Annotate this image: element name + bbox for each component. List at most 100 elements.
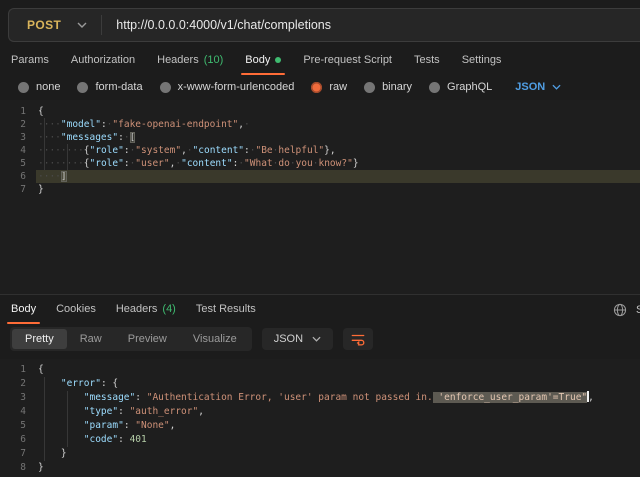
method-chevron-icon[interactable] [77, 22, 101, 28]
indent-guide [67, 144, 68, 157]
view-preview[interactable]: Preview [115, 329, 180, 349]
indent-guide [67, 433, 68, 447]
code-token: "type" [84, 406, 118, 417]
response-toolbar: PrettyRawPreviewVisualize JSON [0, 325, 640, 359]
code-token: "auth_error" [130, 406, 199, 417]
request-url-bar: POST http://0.0.0.0:4000/v1/chat/complet… [8, 8, 640, 42]
code-token: "error" [61, 378, 101, 389]
tab-count: (4) [162, 303, 175, 315]
response-tabs-right: S [613, 303, 640, 317]
code-token: : [118, 406, 124, 417]
code-line: } [36, 461, 640, 475]
code-line: "code": 401 [36, 433, 640, 447]
code-token: , [170, 420, 176, 431]
tab-body[interactable]: Body [244, 47, 282, 75]
url-input[interactable]: http://0.0.0.0:4000/v1/chat/completions [102, 18, 331, 32]
code-token: "Authentication Error, 'user' param not … [147, 392, 433, 403]
line-number-gutter: 12345678 [0, 363, 36, 477]
view-raw[interactable]: Raw [67, 329, 115, 349]
code-area[interactable]: { "error": { "message": "Authentication … [36, 363, 640, 477]
response-section: Body Cookies Headers (4) Test Results S Pret… [0, 294, 640, 477]
code-token: "user" [135, 158, 169, 169]
body-mode-label: none [36, 81, 60, 93]
code-line: "type": "auth_error", [36, 405, 640, 419]
tab-label: Body [11, 303, 36, 315]
method-selector[interactable]: POST [9, 18, 77, 32]
wrap-text-button[interactable] [343, 328, 373, 350]
indent-guide [67, 419, 68, 433]
code-line: ········{"role":·"system",·"content":·"B… [36, 144, 640, 157]
body-mode-raw[interactable]: raw [311, 81, 347, 93]
line-number: 1 [0, 363, 26, 377]
body-mode-form-data[interactable]: form-data [77, 81, 142, 93]
view-pretty[interactable]: Pretty [12, 329, 67, 349]
tab-pre-request-script[interactable]: Pre-request Script [302, 47, 393, 75]
code-line: { [36, 363, 640, 377]
indent-guide [44, 391, 45, 405]
tab-params[interactable]: Params [10, 47, 50, 75]
radio-icon [429, 82, 440, 93]
response-tab-cookies[interactable]: Cookies [55, 296, 97, 324]
whitespace-dots: ···· [38, 132, 61, 143]
code-token: : [101, 378, 107, 389]
tab-label: Authorization [71, 54, 135, 66]
body-mode-binary[interactable]: binary [364, 81, 412, 93]
code-token: [ [130, 132, 136, 143]
code-token: "code" [84, 434, 118, 445]
indent-guide [67, 405, 68, 419]
code-token: "system" [135, 145, 181, 156]
tab-tests[interactable]: Tests [413, 47, 441, 75]
body-mode-label: form-data [95, 81, 142, 93]
code-token: "messages" [61, 132, 118, 143]
whitespace-dots: · [290, 158, 296, 169]
response-tab-body[interactable]: Body [10, 296, 37, 324]
body-mode-label: binary [382, 81, 412, 93]
tab-label: Headers [116, 303, 158, 315]
tab-label: Test Results [196, 303, 256, 315]
code-token: { [38, 106, 44, 117]
tab-label: Cookies [56, 303, 96, 315]
code-token: : [135, 392, 141, 403]
whitespace-dots: ········ [38, 145, 84, 156]
code-token: "message" [84, 392, 135, 403]
response-tab-headers[interactable]: Headers (4) [115, 296, 177, 324]
code-token: "model" [61, 119, 101, 130]
view-visualize[interactable]: Visualize [180, 329, 250, 349]
code-token: }, [324, 145, 335, 156]
body-mode-x-www-form-urlencoded[interactable]: x-www-form-urlencoded [160, 81, 295, 93]
line-number: 3 [0, 391, 26, 405]
tab-settings[interactable]: Settings [461, 47, 503, 75]
code-line: } [36, 183, 640, 196]
indent-guide [67, 391, 68, 405]
code-line: ········{"role":·"user",·"content":·"Wha… [36, 157, 640, 170]
tab-headers[interactable]: Headers(10) [156, 47, 224, 75]
body-mode-bar: none form-data x-www-form-urlencoded raw bin… [0, 74, 640, 100]
response-tab-test-results[interactable]: Test Results [195, 296, 257, 324]
indent-guide [44, 447, 45, 461]
code-line: ····"model":·"fake-openai-endpoint",· [36, 118, 640, 131]
body-language-select[interactable]: JSON [515, 81, 561, 93]
code-token: "Be·helpful" [255, 145, 324, 156]
response-language-select[interactable]: JSON [262, 328, 333, 350]
indent-guide [44, 419, 45, 433]
code-token: "None" [135, 420, 169, 431]
unsaved-dot [275, 57, 281, 63]
code-token: "fake-openai-endpoint" [112, 119, 238, 130]
line-number: 3 [0, 131, 26, 144]
code-token: } [38, 462, 44, 473]
tab-authorization[interactable]: Authorization [70, 47, 136, 75]
code-token: , [588, 392, 594, 403]
code-token: : [118, 434, 124, 445]
code-token: { [112, 378, 118, 389]
save-response-partial-label[interactable]: S [636, 304, 640, 316]
globe-icon[interactable] [613, 303, 627, 317]
code-area[interactable]: {····"model":·"fake-openai-endpoint",···… [36, 105, 640, 294]
body-mode-none[interactable]: none [18, 81, 60, 93]
response-body-editor[interactable]: 12345678{ "error": { "message": "Authent… [0, 359, 640, 477]
radio-icon [160, 82, 171, 93]
request-body-editor[interactable]: 1234567{····"model":·"fake-openai-endpoi… [0, 100, 640, 294]
code-line: "param": "None", [36, 419, 640, 433]
line-number: 5 [0, 157, 26, 170]
body-mode-GraphQL[interactable]: GraphQL [429, 81, 492, 93]
tab-label: Body [245, 54, 270, 66]
